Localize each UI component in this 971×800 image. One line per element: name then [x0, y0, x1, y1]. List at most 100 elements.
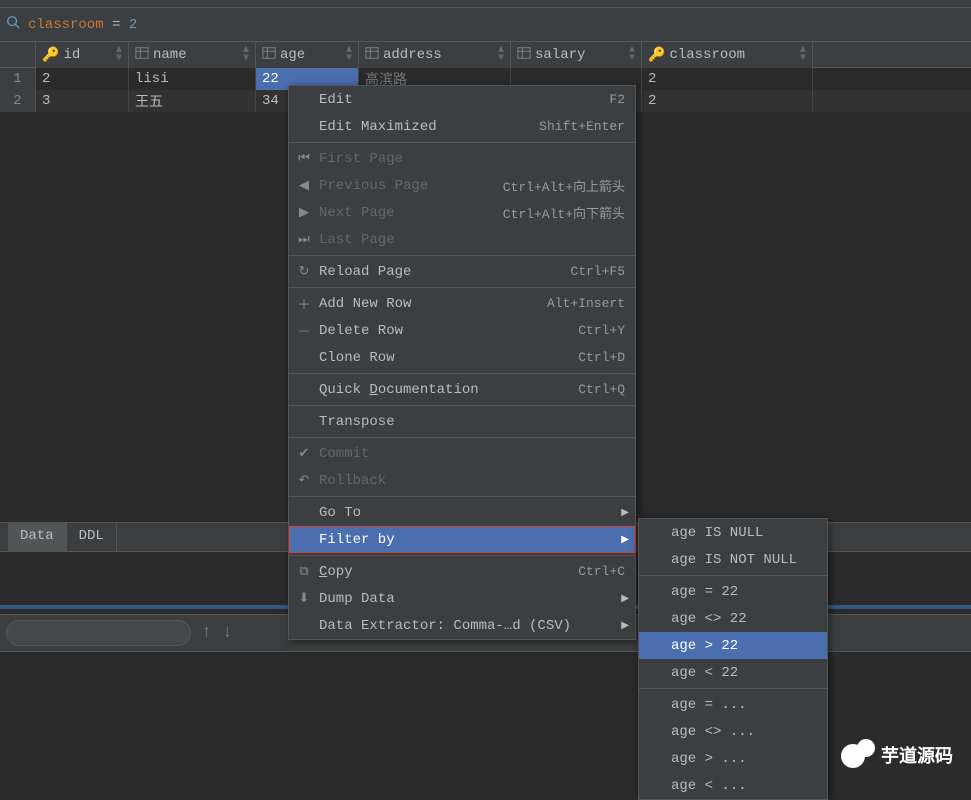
menu-item-quick-documentation[interactable]: Quick DocumentationCtrl+Q [289, 376, 635, 403]
menu-item-delete-row[interactable]: －Delete RowCtrl+Y [289, 317, 635, 344]
menu-item-copy[interactable]: ⧉CopyCtrl+C [289, 558, 635, 585]
column-icon [135, 46, 149, 65]
menu-item-rollback: ↶Rollback [289, 467, 635, 494]
cell-name[interactable]: 王五 [129, 90, 256, 112]
menu-shortcut: Alt+Insert [547, 296, 625, 311]
submenu-arrow-icon: ▶ [621, 507, 629, 519]
cell-id[interactable]: 3 [36, 90, 129, 112]
filter-option-age-22[interactable]: age <> 22 [639, 605, 827, 632]
menu-label: Filter by [315, 532, 625, 548]
cell-classroom[interactable]: 2 [642, 68, 813, 90]
sort-icon[interactable]: ▲▼ [498, 47, 504, 63]
dump-icon: ⬇ [293, 591, 315, 606]
filter-value: 2 [129, 17, 137, 33]
menu-shortcut: F2 [609, 92, 625, 107]
column-icon [365, 46, 379, 65]
cell-id[interactable]: 2 [36, 68, 129, 90]
submenu-arrow-icon: ▶ [621, 534, 629, 546]
fk-icon: 🔑 [648, 47, 665, 64]
filter-option-age-22[interactable]: age > 22 [639, 632, 827, 659]
filter-option-age-[interactable]: age > ... [639, 745, 827, 772]
filter-by-submenu: age IS NULLage IS NOT NULLage = 22age <>… [638, 518, 828, 800]
menu-label: Data Extractor: Comma-…d (CSV) [315, 618, 625, 634]
menu-item-clone-row[interactable]: Clone RowCtrl+D [289, 344, 635, 371]
menu-label: Delete Row [315, 323, 578, 339]
sort-icon[interactable]: ▲▼ [346, 47, 352, 63]
cell-name[interactable]: lisi [129, 68, 256, 90]
menu-label: Previous Page [315, 178, 503, 194]
menu-label: Commit [315, 446, 625, 462]
filter-option-age-[interactable]: age <> ... [639, 718, 827, 745]
menu-item-commit: ✔Commit [289, 440, 635, 467]
menu-item-reload-page[interactable]: ↻Reload PageCtrl+F5 [289, 258, 635, 285]
top-toolbar [0, 0, 971, 8]
column-header-address[interactable]: address ▲▼ [359, 42, 511, 68]
menu-shortcut: Ctrl+F5 [570, 264, 625, 279]
filter-field: classroom [28, 17, 104, 33]
commit-icon: ✔ [293, 446, 315, 461]
column-header-salary[interactable]: salary ▲▼ [511, 42, 642, 68]
menu-label: Edit Maximized [315, 119, 539, 135]
menu-item-first-page: ⏮First Page [289, 145, 635, 172]
sort-icon[interactable]: ▲▼ [629, 47, 635, 63]
filter-expression[interactable]: classroom = 2 [28, 17, 137, 33]
menu-label: Next Page [315, 205, 503, 221]
search-icon [6, 15, 20, 34]
column-header-age[interactable]: age ▲▼ [256, 42, 359, 68]
column-header-classroom[interactable]: 🔑classroom ▲▼ [642, 42, 813, 68]
menu-item-data-extractor-comma-d-csv-[interactable]: Data Extractor: Comma-…d (CSV)▶ [289, 612, 635, 639]
menu-item-transpose[interactable]: Transpose [289, 408, 635, 435]
filter-operator: = [112, 17, 120, 33]
menu-shortcut: Ctrl+C [578, 564, 625, 579]
tab-data[interactable]: Data [8, 523, 67, 551]
menu-shortcut: Ctrl+Alt+向下箭头 [503, 203, 625, 222]
filter-option-age-22[interactable]: age < 22 [639, 659, 827, 686]
filter-option-age-[interactable]: age < ... [639, 772, 827, 799]
sort-icon[interactable]: ▲▼ [116, 47, 122, 63]
find-prev-button[interactable]: ↑ [201, 623, 212, 643]
menu-item-next-page: ▶Next PageCtrl+Alt+向下箭头 [289, 199, 635, 226]
watermark-text: 芋道源码 [881, 742, 953, 768]
filter-option-age-is-null[interactable]: age IS NULL [639, 519, 827, 546]
filter-option-age-is-not-null[interactable]: age IS NOT NULL [639, 546, 827, 573]
menu-shortcut: Shift+Enter [539, 119, 625, 134]
menu-item-edit[interactable]: EditF2 [289, 86, 635, 113]
menu-label: Transpose [315, 414, 625, 430]
menu-item-filter-by[interactable]: Filter by▶ [289, 526, 635, 553]
find-next-button[interactable]: ↓ [222, 623, 233, 643]
next-icon: ▶ [293, 205, 315, 220]
menu-item-dump-data[interactable]: ⬇Dump Data▶ [289, 585, 635, 612]
menu-label: Dump Data [315, 591, 625, 607]
filter-option-age-[interactable]: age = ... [639, 691, 827, 718]
minus-icon: － [293, 321, 315, 340]
row-number[interactable]: 1 [0, 68, 36, 90]
column-header-id[interactable]: 🔑id ▲▼ [36, 42, 129, 68]
cell-classroom[interactable]: 2 [642, 90, 813, 112]
grid-header: 🔑id ▲▼ name ▲▼ age ▲▼ address ▲▼ salary … [0, 42, 971, 68]
column-header-name[interactable]: name ▲▼ [129, 42, 256, 68]
menu-label: Rollback [315, 473, 625, 489]
context-menu: EditF2Edit MaximizedShift+Enter⏮First Pa… [288, 85, 636, 640]
sort-icon[interactable]: ▲▼ [800, 47, 806, 63]
menu-shortcut: Ctrl+Q [578, 382, 625, 397]
copy-icon: ⧉ [293, 564, 315, 579]
menu-item-edit-maximized[interactable]: Edit MaximizedShift+Enter [289, 113, 635, 140]
menu-item-go-to[interactable]: Go To▶ [289, 499, 635, 526]
search-input[interactable] [6, 620, 191, 646]
menu-label: Clone Row [315, 350, 578, 366]
filter-option-age-22[interactable]: age = 22 [639, 578, 827, 605]
watermark: 芋道源码 [841, 739, 953, 771]
menu-label: Last Page [315, 232, 625, 248]
reload-icon: ↻ [293, 264, 315, 279]
menu-label: Edit [315, 92, 609, 108]
key-icon: 🔑 [42, 47, 59, 64]
menu-label: Copy [315, 564, 578, 580]
row-number[interactable]: 2 [0, 90, 36, 112]
filter-bar[interactable]: classroom = 2 [0, 8, 971, 42]
sort-icon[interactable]: ▲▼ [243, 47, 249, 63]
menu-item-add-new-row[interactable]: ＋Add New RowAlt+Insert [289, 290, 635, 317]
menu-item-previous-page: ◀Previous PageCtrl+Alt+向上箭头 [289, 172, 635, 199]
tab-ddl[interactable]: DDL [67, 523, 117, 551]
first-icon: ⏮ [293, 151, 315, 166]
rollback-icon: ↶ [293, 473, 315, 488]
